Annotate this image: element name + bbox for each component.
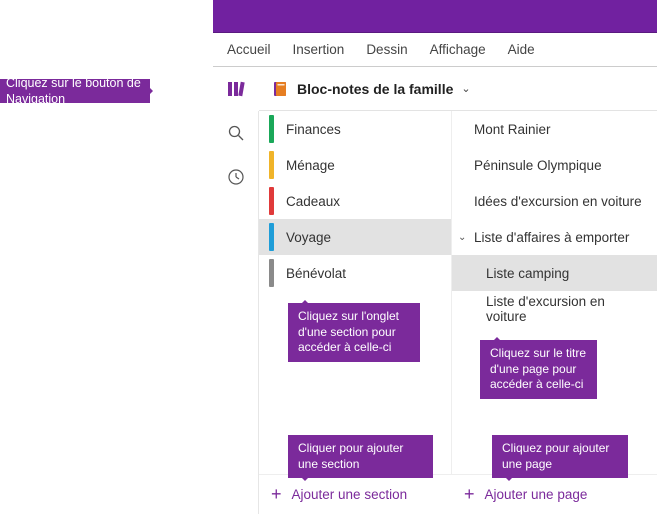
callout-navigation: Cliquez sur le bouton de Navigation [0,79,150,103]
search-button[interactable] [213,111,259,155]
callout-section-tab: Cliquez sur l'onglet d'une section pour … [288,303,420,362]
ribbon: Accueil Insertion Dessin Affichage Aide [213,33,657,67]
section-item[interactable]: Ménage [259,147,451,183]
add-page-label: Ajouter une page [485,487,588,502]
page-item[interactable]: Mont Rainier [452,111,657,147]
section-color-indicator [269,115,274,143]
chevron-down-icon: ⌄ [458,232,466,243]
page-item[interactable]: Péninsule Olympique [452,147,657,183]
navigation-button[interactable] [213,67,259,111]
section-label: Ménage [286,158,335,173]
page-label: Liste d'excursion en voiture [486,294,649,324]
sections-column: Finances Ménage Cadeaux Voyage Bénévolat [259,111,452,474]
page-label: Péninsule Olympique [474,158,602,173]
ribbon-tab-insertion[interactable]: Insertion [293,42,345,57]
callout-page-title: Cliquez sur le titre d'une page pour acc… [480,340,597,399]
callout-add-page: Cliquez pour ajouter une page [492,435,628,478]
page-item[interactable]: ⌄ Liste d'affaires à emporter [452,219,657,255]
section-color-indicator [269,223,274,251]
page-item[interactable]: Idées d'excursion en voiture [452,183,657,219]
section-color-indicator [269,187,274,215]
ribbon-tab-aide[interactable]: Aide [508,42,535,57]
page-label: Idées d'excursion en voiture [474,194,642,209]
add-section-label: Ajouter une section [292,487,408,502]
left-rail [213,67,259,514]
section-item[interactable]: Finances [259,111,451,147]
callout-add-section: Cliquer pour ajouter une section [288,435,433,478]
section-color-indicator [269,151,274,179]
notebook-picker[interactable]: Bloc-notes de la famille ⌄ [259,67,657,111]
notebook-icon [271,80,289,98]
section-item[interactable]: Bénévolat [259,255,451,291]
section-color-indicator [269,259,274,287]
navigation-icon [226,79,246,99]
chevron-down-icon: ⌄ [461,82,470,95]
plus-icon: + [271,484,282,505]
plus-icon: + [464,484,475,505]
section-label: Bénévolat [286,266,346,281]
section-item[interactable]: Cadeaux [259,183,451,219]
pages-column: Mont Rainier Péninsule Olympique Idées d'e… [452,111,657,474]
ribbon-tab-affichage[interactable]: Affichage [430,42,486,57]
add-page-button[interactable]: + Ajouter une page [452,474,657,514]
page-item[interactable]: Liste d'excursion en voiture [452,291,657,327]
notebook-title: Bloc-notes de la famille [297,81,453,97]
page-label: Liste d'affaires à emporter [474,230,629,245]
section-label: Voyage [286,230,331,245]
section-label: Cadeaux [286,194,340,209]
search-icon [227,124,245,142]
section-label: Finances [286,122,341,137]
recent-button[interactable] [213,155,259,199]
add-section-button[interactable]: + Ajouter une section [259,474,452,514]
ribbon-tab-dessin[interactable]: Dessin [366,42,407,57]
navigation-pane: Finances Ménage Cadeaux Voyage Bénévolat Mon… [259,111,657,474]
page-label: Mont Rainier [474,122,551,137]
title-bar [213,0,657,33]
ribbon-tab-accueil[interactable]: Accueil [227,42,271,57]
clock-icon [227,168,245,186]
page-item[interactable]: Liste camping [452,255,657,291]
section-item[interactable]: Voyage [259,219,451,255]
page-label: Liste camping [486,266,569,281]
